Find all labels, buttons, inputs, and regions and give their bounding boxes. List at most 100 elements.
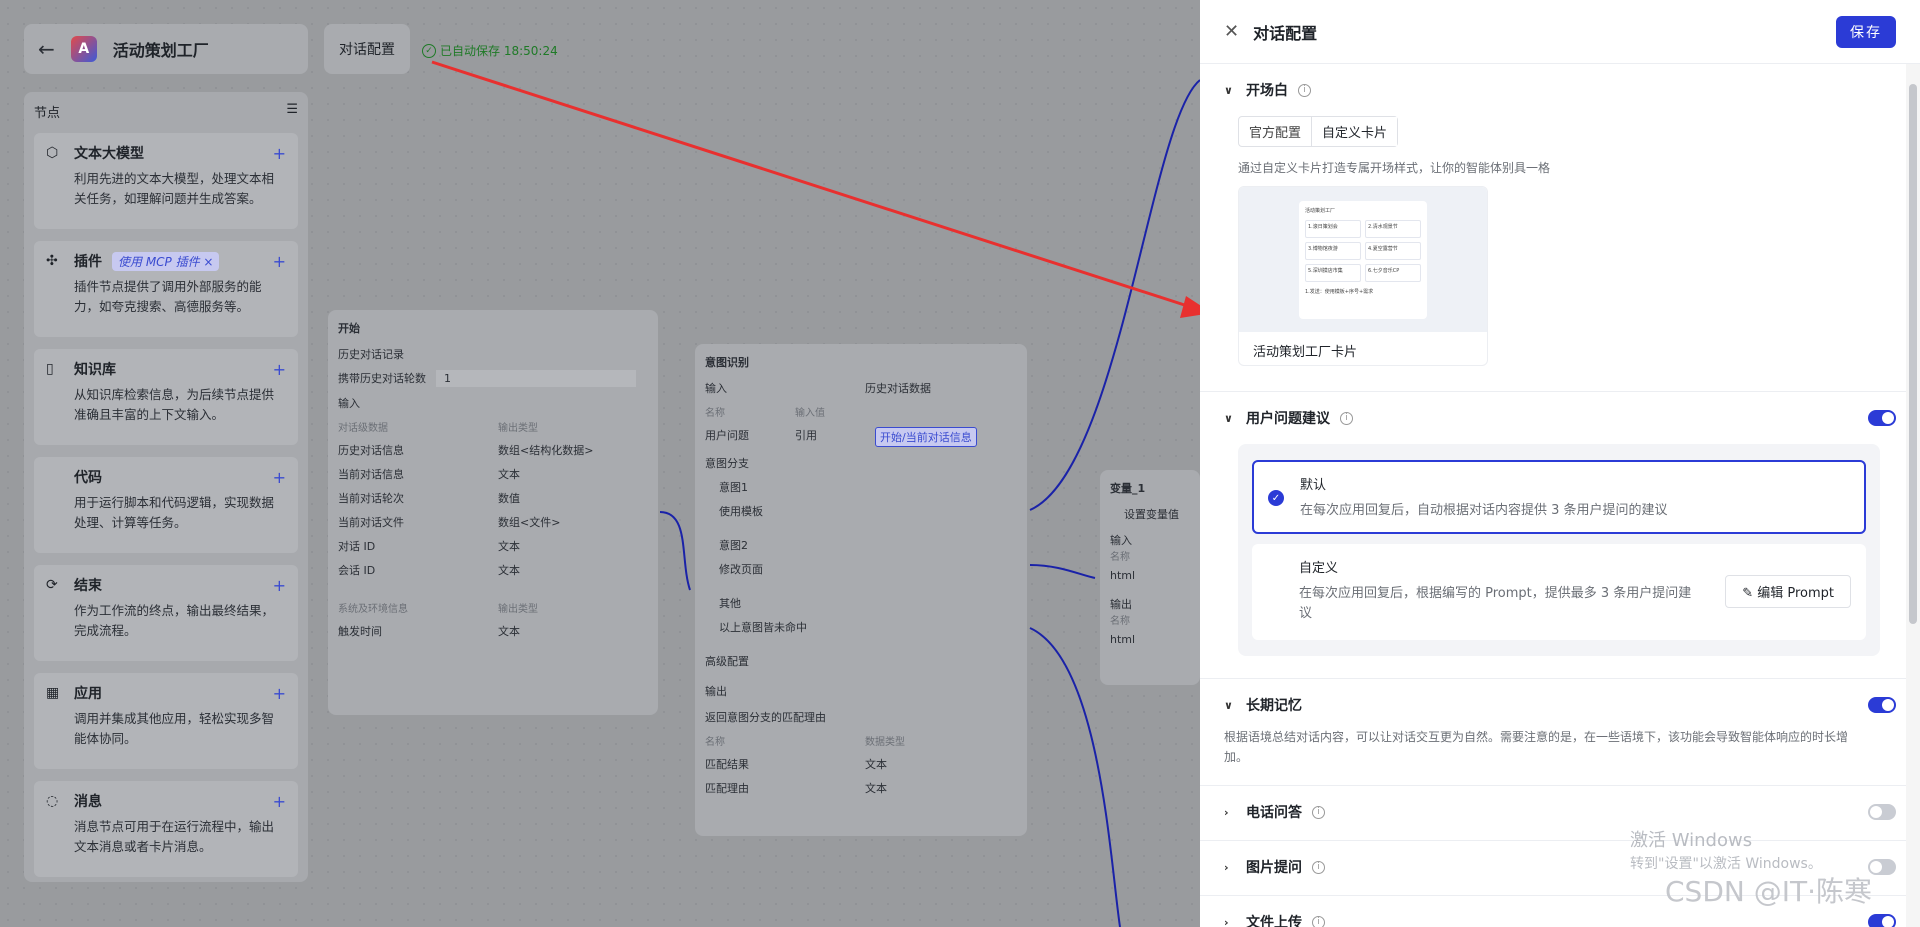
opening-title: 开场白 (1246, 83, 1288, 99)
var-input-label: 输入 (1110, 534, 1132, 547)
scrollbar[interactable] (1906, 64, 1920, 927)
var-name-label: 名称 (1110, 552, 1130, 563)
collapse-menu-icon[interactable]: ☰ (286, 102, 298, 121)
intent-2-label: 意图2 (719, 539, 748, 552)
carry-label: 携带历史对话轮数 (338, 372, 426, 385)
var-output-value: html (1110, 633, 1136, 646)
node-card[interactable]: ⟳ 结束 + 作为工作流的终点，输出最终结果，完成流程。 (34, 565, 298, 661)
node-card[interactable]: 代码 + 用于运行脚本和代码逻辑，实现数据处理、计算等任务。 (34, 457, 298, 553)
out-name: 匹配结果 (705, 758, 749, 771)
node-card[interactable]: ⬡ 文本大模型 + 利用先进的文本大模型，处理文本相关任务，如理解问题并生成答案… (34, 133, 298, 229)
variable-node[interactable]: 变量_1 设置变量值 输入 名称 html 输出 名称 html (1100, 470, 1200, 685)
chevron-down-icon[interactable]: ∨ (1224, 412, 1236, 425)
intent-node[interactable]: 意图识别 输入 历史对话数据 名称 输入值 用户问题 引用 开始/当前对话信息 意图分支… (695, 344, 1027, 836)
phone-toggle[interactable] (1868, 804, 1896, 820)
add-node-icon[interactable]: + (273, 684, 286, 703)
add-node-icon[interactable]: + (273, 252, 286, 271)
out-type: 文本 (865, 758, 887, 771)
info-icon[interactable]: i (1312, 860, 1325, 874)
chevron-right-icon[interactable]: › (1224, 806, 1236, 819)
node-card[interactable]: ◌ 消息 + 消息节点可用于在运行流程中，输出文本消息或者卡片消息。 (34, 781, 298, 877)
save-button[interactable]: 保存 (1836, 15, 1896, 48)
scrollbar-thumb[interactable] (1909, 84, 1917, 624)
book-icon: ▯ (46, 361, 54, 377)
edge-intent1 (1029, 79, 1201, 511)
intent-1-label: 意图1 (719, 481, 748, 494)
file-toggle[interactable] (1868, 914, 1896, 927)
seg-custom-card[interactable]: 自定义卡片 (1311, 117, 1398, 146)
memory-toggle[interactable] (1868, 697, 1896, 713)
add-node-icon[interactable]: + (273, 144, 286, 163)
back-arrow-icon[interactable]: ← (38, 37, 55, 61)
trigger-time-type: 文本 (498, 625, 520, 638)
ref-select[interactable]: 引用 (795, 427, 865, 447)
info-icon[interactable]: i (1312, 915, 1325, 927)
suggest-toggle[interactable] (1868, 410, 1896, 426)
node-card[interactable]: ▦ 应用 + 调用并集成其他应用，轻松实现多智能体协同。 (34, 673, 298, 769)
intent-input-label: 输入 (705, 382, 727, 395)
node-panel-title: 节点 (34, 106, 61, 121)
option-custom-desc: 在每次应用回复后，根据编写的 Prompt，提供最多 3 条用户提问建议 (1299, 586, 1692, 621)
advanced-config[interactable]: 高级配置 (705, 653, 1017, 669)
end-icon: ⟳ (46, 577, 58, 593)
chevron-down-icon[interactable]: ∨ (1224, 84, 1236, 97)
add-node-icon[interactable]: + (273, 468, 286, 487)
var-output-label: 输出 (1110, 598, 1132, 611)
add-node-icon[interactable]: + (273, 576, 286, 595)
value-col: 输入值 (795, 408, 825, 419)
set-variable-button[interactable]: 设置变量值 (1124, 506, 1190, 522)
mini-cell: 1.滚日策划会 (1305, 219, 1361, 238)
other-value: 以上意图皆未命中 (719, 621, 807, 634)
info-icon[interactable]: i (1340, 411, 1353, 425)
mini-head: 活动策划工厂 (1305, 207, 1336, 214)
edit-prompt-button[interactable]: ✎ 编辑 Prompt (1725, 575, 1851, 608)
close-icon[interactable]: ✕ (1224, 21, 1239, 42)
chevron-right-icon[interactable]: › (1224, 861, 1236, 874)
option-default[interactable]: ✓ 默认 在每次应用回复后，自动根据对话内容提供 3 条用户提问的建议 (1252, 460, 1866, 534)
seg-official[interactable]: 官方配置 (1239, 117, 1311, 146)
col-output-type-2: 输出类型 (498, 604, 538, 615)
card-preview[interactable]: 活动策划工厂 1.滚日策划会 2.清水观景节 3.博物馆夜游 4.夏空露营节 5.深圳摸… (1238, 186, 1488, 366)
node-card-name: 应用 (74, 686, 102, 702)
return-reason-checkbox[interactable]: 返回意图分支的匹配理由 (705, 709, 1017, 725)
intent-node-title: 意图识别 (705, 356, 749, 369)
opening-hint: 通过自定义卡片打造专属开场样式，让你的智能体别具一格 (1238, 161, 1551, 175)
add-node-icon[interactable]: + (273, 792, 286, 811)
app-logo: A (70, 36, 97, 62)
carry-input[interactable]: 1 (436, 370, 636, 387)
input-section: 输入 (338, 397, 360, 410)
col-output-type: 输出类型 (498, 423, 538, 434)
start-var-row: 当前对话信息 文本 (338, 466, 648, 482)
node-card[interactable]: ✣ 插件 使用 MCP 插件 × + 插件节点提供了调用外部服务的能力，如夸克搜… (34, 241, 298, 337)
node-card-name: 知识库 (74, 362, 116, 378)
edge-intent2 (1029, 564, 1096, 579)
info-icon[interactable]: i (1312, 805, 1325, 819)
conversation-config-tab[interactable]: 对话配置 (324, 24, 410, 74)
var-type: 数值 (498, 492, 520, 505)
node-card-desc: 调用并集成其他应用，轻松实现多智能体协同。 (74, 711, 275, 746)
history-data-checkbox[interactable]: 历史对话数据 (865, 380, 931, 396)
chevron-down-icon[interactable]: ∨ (1224, 699, 1236, 712)
drawer-title: 对话配置 (1253, 23, 1318, 43)
check-icon: ✓ (1268, 490, 1284, 506)
option-custom[interactable]: 自定义 在每次应用回复后，根据编写的 Prompt，提供最多 3 条用户提问建议… (1252, 544, 1866, 640)
start-var-row: 当前对话文件 数组<文件> (338, 514, 648, 530)
mcp-badge[interactable]: 使用 MCP 插件 × (112, 251, 220, 271)
node-card-desc: 消息节点可用于在运行流程中，输出文本消息或者卡片消息。 (74, 819, 275, 854)
node-card[interactable]: ▯ 知识库 + 从知识库检索信息，为后续节点提供准确且丰富的上下文输入。 (34, 349, 298, 445)
var-name: 对话 ID (338, 540, 376, 553)
var-name: 当前对话信息 (338, 468, 404, 481)
out-type: 文本 (865, 782, 887, 795)
info-icon[interactable]: i (1298, 83, 1311, 97)
check-circle-icon: ✓ (422, 43, 436, 58)
start-node[interactable]: 开始 历史对话记录 携带历史对话轮数 1 输入 对话级数据 输出类型 历史对话信息数… (328, 310, 658, 715)
add-node-icon[interactable]: + (273, 360, 286, 379)
intent-1-value[interactable]: 使用模板 (719, 503, 1017, 519)
var-type: 文本 (498, 468, 520, 481)
intent-2-value[interactable]: 修改页面 (719, 561, 1017, 577)
image-toggle[interactable] (1868, 859, 1896, 875)
node-panel: 节点 ☰ ⬡ 文本大模型 + 利用先进的文本大模型，处理文本相关任务，如理解问题… (24, 92, 308, 882)
chevron-right-icon[interactable]: › (1224, 916, 1236, 927)
ref-pill[interactable]: 开始/当前对话信息 (875, 427, 977, 447)
mini-cell: 5.深圳摸店市集 (1305, 263, 1361, 282)
